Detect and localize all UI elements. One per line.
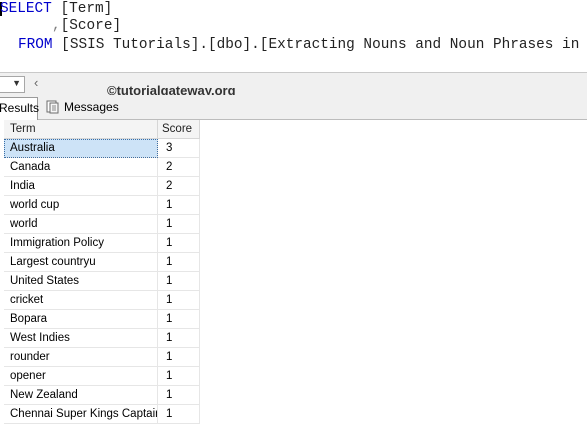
term-cell[interactable]: Australia (4, 139, 158, 158)
query-line-3: FROM [SSIS Tutorials].[dbo].[Extracting … (18, 36, 587, 54)
column-header-score[interactable]: Score (158, 120, 200, 139)
term-cell[interactable]: cricket (4, 291, 158, 310)
results-grid[interactable]: Term Score Australia 3 Canada 2 India 2 world … (0, 120, 587, 424)
score-cell[interactable]: 1 (158, 234, 200, 253)
messages-icon (46, 100, 59, 114)
term-cell[interactable]: Bopara (4, 310, 158, 329)
term-cell[interactable]: West Indies (4, 329, 158, 348)
select-keyword: SELECT (0, 1, 52, 17)
zoom-dropdown[interactable]: ▼ (0, 76, 25, 93)
term-cell[interactable]: Largest countryu (4, 253, 158, 272)
term-cell[interactable]: Canada (4, 158, 158, 177)
score-cell[interactable]: 1 (158, 215, 200, 234)
term-cell[interactable]: world (4, 215, 158, 234)
editor-results-splitter[interactable]: ▼ ‹ (0, 72, 587, 96)
score-cell[interactable]: 2 (158, 158, 200, 177)
term-cell[interactable]: world cup (4, 196, 158, 215)
score-cell[interactable]: 1 (158, 291, 200, 310)
term-cell[interactable]: opener (4, 367, 158, 386)
sql-editor[interactable]: SELECT [Term] ,[Score] FROM [SSIS Tutori… (0, 0, 587, 70)
column-header-term[interactable]: Term (4, 120, 158, 139)
term-cell[interactable]: New Zealand (4, 386, 158, 405)
query-line-2: ,[Score] (52, 17, 121, 35)
results-tabbar: Results Messages (0, 95, 587, 120)
score-cell[interactable]: 1 (158, 405, 200, 424)
score-cell[interactable]: 1 (158, 329, 200, 348)
score-cell[interactable]: 1 (158, 386, 200, 405)
term-cell[interactable]: Immigration Policy (4, 234, 158, 253)
score-cell[interactable]: 1 (158, 367, 200, 386)
term-cell[interactable]: rounder (4, 348, 158, 367)
score-cell[interactable]: 1 (158, 348, 200, 367)
query-line-1: SELECT [Term] (0, 0, 112, 18)
tab-messages-label: Messages (64, 100, 119, 114)
score-column: [Score] (60, 18, 122, 34)
from-keyword: FROM (18, 37, 53, 53)
score-cell[interactable]: 2 (158, 177, 200, 196)
score-cell[interactable]: 1 (158, 196, 200, 215)
term-cell[interactable]: India (4, 177, 158, 196)
table-name: [SSIS Tutorials].[dbo].[Extracting Nouns… (52, 37, 587, 53)
scroll-left-icon[interactable]: ‹ (34, 75, 38, 90)
score-cell[interactable]: 1 (158, 253, 200, 272)
score-cell[interactable]: 1 (158, 272, 200, 291)
tab-messages[interactable]: Messages (42, 97, 119, 117)
term-cell[interactable]: United States (4, 272, 158, 291)
score-cell[interactable]: 3 (158, 139, 200, 158)
comma-separator: , (52, 18, 61, 34)
tab-results[interactable]: Results (0, 97, 40, 120)
chevron-down-icon: ▼ (12, 78, 21, 88)
tab-results-label: Results (0, 101, 40, 115)
term-cell[interactable]: Chennai Super Kings Captain (4, 405, 158, 424)
term-column: [Term] (51, 1, 113, 17)
score-cell[interactable]: 1 (158, 310, 200, 329)
